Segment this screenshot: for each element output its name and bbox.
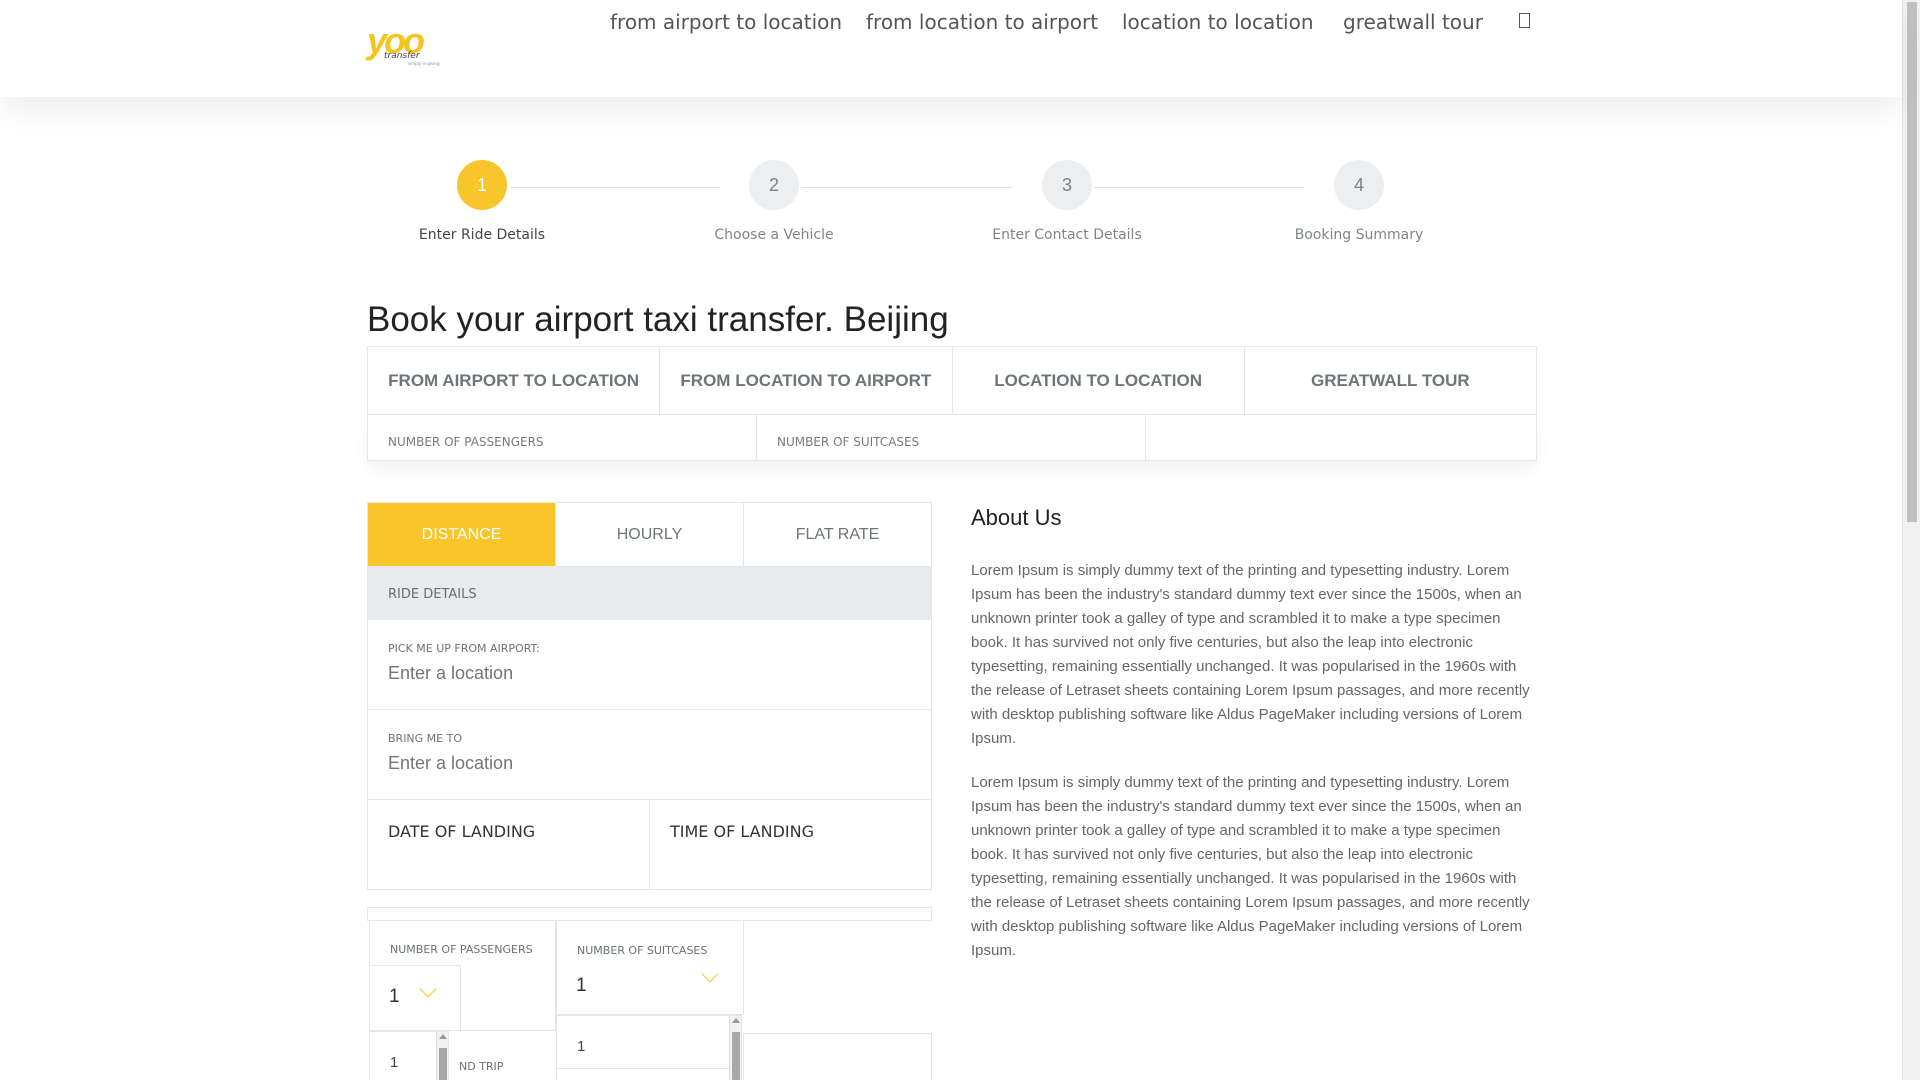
passengers-option[interactable]: 1 bbox=[390, 1054, 398, 1071]
step-label: Enter Ride Details bbox=[418, 227, 546, 243]
passengers-dropdown: 1 bbox=[369, 1031, 449, 1080]
rate-tabs: DISTANCE HOURLY FLAT RATE bbox=[367, 502, 932, 567]
step-label: Enter Contact Details bbox=[992, 227, 1142, 243]
dropoff-input[interactable] bbox=[388, 753, 911, 774]
about-title: About Us bbox=[971, 505, 1062, 530]
logo-sub: transfer bbox=[384, 51, 420, 61]
suitcases-option[interactable]: 1 bbox=[577, 1038, 585, 1055]
divider-bar bbox=[367, 907, 932, 921]
step-2[interactable]: 2 Choose a Vehicle bbox=[659, 160, 889, 243]
suitcases-value: 1 bbox=[576, 975, 587, 996]
summary-suitcases-label: NUMBER OF SUITCASES bbox=[757, 415, 1146, 460]
trip-type-tabs: FROM AIRPORT TO LOCATION FROM LOCATION T… bbox=[367, 346, 1537, 415]
passengers-value: 1 bbox=[389, 986, 400, 1007]
passengers-label: NUMBER OF PASSENGERS bbox=[390, 943, 533, 956]
step-3[interactable]: 3 Enter Contact Details bbox=[952, 160, 1182, 243]
about-paragraph: Lorem Ipsum is simply dummy text of the … bbox=[971, 562, 1530, 747]
passengers-select[interactable]: 1 bbox=[369, 965, 461, 1031]
about-section: About Us Lorem Ipsum is simply dummy tex… bbox=[971, 502, 1537, 963]
option-divider bbox=[557, 1068, 729, 1069]
tab-greatwall-tour[interactable]: GREATWALL TOUR bbox=[1245, 347, 1536, 414]
page-scrollbar[interactable] bbox=[1902, 0, 1920, 1080]
nav-from-airport[interactable]: from airport to location bbox=[610, 10, 842, 34]
booking-steps: 1 Enter Ride Details 2 Choose a Vehicle … bbox=[367, 160, 1537, 250]
about-paragraph: Lorem Ipsum is simply dummy text of the … bbox=[971, 774, 1530, 959]
step-1[interactable]: 1 Enter Ride Details bbox=[367, 160, 597, 243]
dropoff-label: BRING ME TO bbox=[388, 732, 462, 745]
date-time-row: DATE OF LANDING TIME OF LANDING bbox=[367, 800, 932, 890]
summary-passengers-label: NUMBER OF PASSENGERS bbox=[368, 415, 757, 460]
time-field[interactable]: TIME OF LANDING bbox=[650, 800, 931, 889]
tab-location-to-location[interactable]: LOCATION TO LOCATION bbox=[953, 347, 1245, 414]
nav-location-to-location[interactable]: location to location bbox=[1122, 10, 1314, 34]
site-header: yoo transfer simply in giving from airpo… bbox=[0, 0, 1902, 97]
pickup-field: PICK ME UP FROM AIRPORT: bbox=[367, 620, 932, 710]
dropoff-field: BRING ME TO bbox=[367, 710, 932, 800]
ride-form: DISTANCE HOURLY FLAT RATE RIDE DETAILS P… bbox=[367, 502, 932, 1080]
summary-row: NUMBER OF PASSENGERS NUMBER OF SUITCASES bbox=[367, 415, 1537, 461]
chevron-down-icon bbox=[419, 980, 437, 998]
logo[interactable]: yoo transfer simply in giving bbox=[367, 20, 441, 68]
nav-greatwall-tour[interactable]: greatwall tour bbox=[1343, 10, 1483, 34]
pickup-label: PICK ME UP FROM AIRPORT: bbox=[388, 642, 540, 655]
summary-empty bbox=[1146, 415, 1536, 460]
nav-from-location[interactable]: from location to airport bbox=[866, 10, 1098, 34]
dropdown-scrollbar[interactable] bbox=[729, 1016, 741, 1080]
tab-from-location[interactable]: FROM LOCATION TO AIRPORT bbox=[660, 347, 953, 414]
scroll-up-icon[interactable] bbox=[439, 1034, 447, 1039]
scroll-thumb[interactable] bbox=[439, 1048, 447, 1080]
page-scroll-thumb[interactable] bbox=[1907, 2, 1917, 522]
round-trip-label: ND TRIP bbox=[459, 1060, 504, 1073]
step-number: 3 bbox=[1042, 160, 1092, 210]
tab-distance[interactable]: DISTANCE bbox=[368, 503, 556, 566]
page-title: Book your airport taxi transfer. Beijing bbox=[367, 300, 949, 339]
step-label: Choose a Vehicle bbox=[714, 227, 834, 243]
scroll-thumb[interactable] bbox=[732, 1032, 740, 1080]
suitcases-field[interactable]: NUMBER OF SUITCASES 1 bbox=[556, 921, 744, 1015]
tab-from-airport[interactable]: FROM AIRPORT TO LOCATION bbox=[368, 347, 661, 414]
date-label: DATE OF LANDING bbox=[388, 822, 536, 841]
step-number: 2 bbox=[749, 160, 799, 210]
time-label: TIME OF LANDING bbox=[670, 822, 814, 841]
suitcases-dropdown: 1 bbox=[556, 1015, 742, 1080]
chevron-down-icon bbox=[701, 965, 719, 983]
logo-tagline: simply in giving bbox=[408, 61, 440, 66]
step-4[interactable]: 4 Booking Summary bbox=[1244, 160, 1474, 243]
ride-details-header: RIDE DETAILS bbox=[367, 567, 932, 620]
tab-hourly[interactable]: HOURLY bbox=[556, 503, 744, 566]
step-label: Booking Summary bbox=[1294, 227, 1424, 243]
pickup-input[interactable] bbox=[388, 663, 911, 684]
dropdown-scrollbar[interactable] bbox=[436, 1032, 448, 1080]
date-field[interactable]: DATE OF LANDING bbox=[368, 800, 650, 889]
step-number: 4 bbox=[1334, 160, 1384, 210]
round-trip-field[interactable] bbox=[743, 1033, 932, 1080]
scroll-up-icon[interactable] bbox=[732, 1018, 740, 1023]
tab-flat-rate[interactable]: FLAT RATE bbox=[744, 503, 931, 566]
suitcases-label: NUMBER OF SUITCASES bbox=[577, 944, 708, 957]
step-number: 1 bbox=[457, 160, 507, 210]
square-icon[interactable] bbox=[1519, 13, 1530, 28]
